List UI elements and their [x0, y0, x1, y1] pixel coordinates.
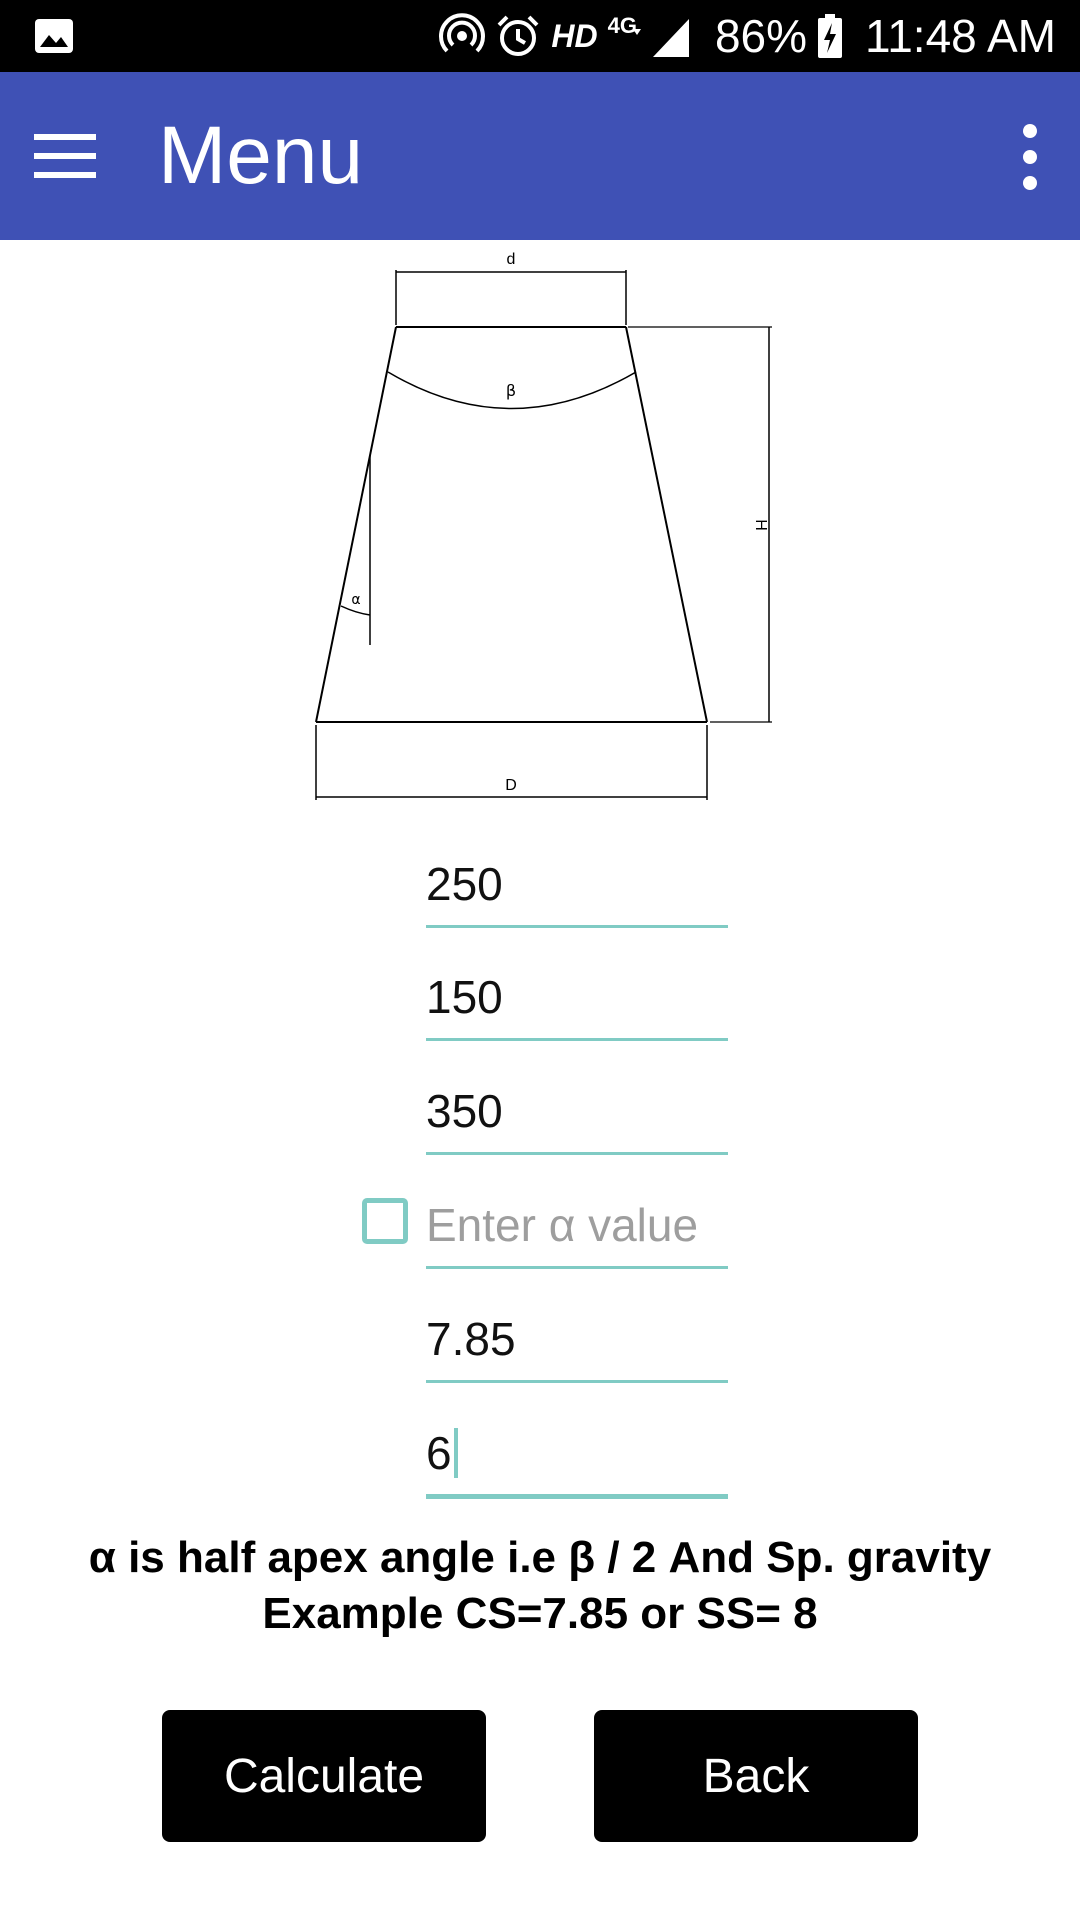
more-options-icon[interactable]	[1010, 122, 1050, 192]
top-diameter-input[interactable]	[426, 857, 728, 911]
label-H: H	[752, 519, 769, 531]
bottom-diameter-input[interactable]	[426, 970, 728, 1024]
label-beta: β	[506, 381, 516, 400]
clock: 11:48 AM	[865, 10, 1056, 62]
menu-icon[interactable]	[30, 126, 100, 186]
alpha-input[interactable]	[426, 1198, 728, 1252]
label-d: d	[507, 251, 516, 268]
page-title: Menu	[158, 110, 364, 201]
help-note: α is half apex angle i.e β / 2 And Sp. g…	[88, 1533, 992, 1638]
app-bar: Menu	[0, 72, 1080, 240]
hotspot-icon	[439, 13, 486, 59]
alarm-icon	[495, 13, 541, 59]
battery-percent: 86%	[714, 10, 808, 62]
quantity-field[interactable]: 6	[426, 1412, 728, 1499]
top-diameter-field[interactable]	[426, 843, 728, 928]
status-bar: HD 4G 86% 11:48 AM	[0, 0, 1080, 72]
calculate-button[interactable]: Calculate	[162, 1710, 486, 1842]
hd-label: HD	[551, 17, 598, 54]
specific-gravity-input[interactable]	[426, 1312, 728, 1366]
height-input[interactable]	[426, 1084, 728, 1138]
cone-diagram: d D H β α	[315, 251, 772, 800]
label-D: D	[505, 777, 517, 794]
bottom-diameter-field[interactable]	[426, 956, 728, 1041]
text-cursor	[453, 1428, 458, 1478]
battery-charging-icon	[817, 13, 843, 59]
back-button[interactable]: Back	[594, 1710, 918, 1842]
label-alpha: α	[351, 592, 360, 608]
alpha-checkbox[interactable]	[362, 1198, 408, 1244]
signal-icon: 4G	[608, 13, 691, 59]
alpha-field[interactable]	[426, 1184, 728, 1269]
image-icon	[34, 16, 74, 56]
quantity-input[interactable]: 6	[426, 1426, 452, 1480]
height-field[interactable]	[426, 1070, 728, 1155]
specific-gravity-field[interactable]	[426, 1298, 728, 1383]
